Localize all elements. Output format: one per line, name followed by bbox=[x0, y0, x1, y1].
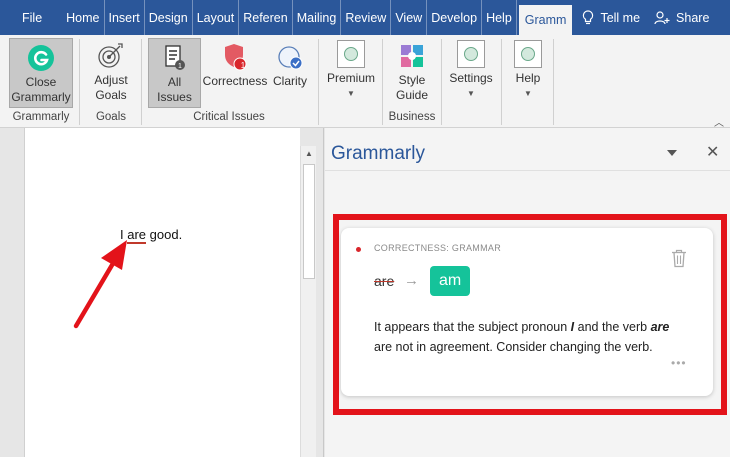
close-icon[interactable]: ✕ bbox=[706, 142, 719, 162]
tab-references[interactable]: Referen bbox=[239, 0, 293, 35]
chevron-down-icon: ▼ bbox=[347, 89, 355, 98]
tab-view[interactable]: View bbox=[391, 0, 428, 35]
all-issues-button[interactable]: 1 All Issues bbox=[148, 38, 201, 108]
explanation-text: are not in agreement. Consider changing … bbox=[374, 339, 653, 354]
help-icon bbox=[514, 40, 542, 68]
original-word: are bbox=[374, 273, 395, 289]
menu-bar: File Home Insert Design Layout Referen M… bbox=[0, 0, 730, 35]
annotation-arrow-icon bbox=[73, 240, 127, 329]
clarity-icon bbox=[278, 46, 303, 70]
grammarly-logo-icon bbox=[28, 45, 54, 71]
close-grammarly-button[interactable]: Close Grammarly bbox=[9, 38, 73, 108]
suggestion-card[interactable]: CORRECTNESS: GRAMMAR are → am It appears… bbox=[341, 228, 713, 396]
style-guide-icon bbox=[401, 45, 423, 67]
tab-insert[interactable]: Insert bbox=[105, 0, 145, 35]
premium-icon bbox=[337, 40, 365, 68]
settings-label: Settings bbox=[449, 71, 493, 85]
correctness-label: Correctness bbox=[202, 74, 268, 88]
chevron-down-icon: ▼ bbox=[467, 89, 475, 98]
tab-mailings[interactable]: Mailing bbox=[293, 0, 342, 35]
tab-review[interactable]: Review bbox=[341, 0, 392, 35]
tab-layout[interactable]: Layout bbox=[193, 0, 240, 35]
lightbulb-icon bbox=[583, 9, 594, 24]
settings-icon bbox=[457, 40, 485, 68]
svg-text:1: 1 bbox=[178, 63, 182, 70]
group-separator bbox=[79, 39, 80, 125]
collapse-ribbon-icon[interactable]: ︿ bbox=[714, 114, 724, 129]
document-area: I are good. ▲ bbox=[0, 128, 324, 457]
tab-developer[interactable]: Develop bbox=[427, 0, 483, 35]
clarity-label: Clarity bbox=[272, 74, 307, 88]
group-separator bbox=[318, 39, 319, 125]
person-share-icon bbox=[654, 10, 670, 24]
target-icon bbox=[98, 43, 123, 68]
list-badge-icon: 1 bbox=[164, 45, 185, 70]
group-label-goals: Goals bbox=[95, 111, 127, 123]
settings-button[interactable]: Settings ▼ bbox=[447, 39, 495, 99]
premium-button[interactable]: Premium ▼ bbox=[325, 39, 377, 99]
trash-icon[interactable] bbox=[671, 249, 687, 268]
tab-grammarly[interactable]: Gramm bbox=[518, 5, 573, 35]
group-separator bbox=[441, 39, 442, 125]
clarity-button[interactable]: Clarity bbox=[270, 42, 310, 89]
suggestion-explanation: It appears that the subject pronoun I an… bbox=[374, 318, 674, 357]
more-options-icon[interactable]: ••• bbox=[671, 356, 687, 370]
severity-dot bbox=[356, 247, 361, 252]
group-label-grammarly: Grammarly bbox=[12, 111, 70, 123]
tell-me-label: Tell me bbox=[600, 10, 641, 25]
tab-design[interactable]: Design bbox=[145, 0, 193, 35]
pane-title: Grammarly bbox=[331, 143, 425, 164]
adjust-goals-button[interactable]: Adjust Goals bbox=[86, 41, 136, 103]
all-issues-label: All Issues bbox=[157, 75, 192, 104]
pane-options-chevron-icon[interactable] bbox=[667, 150, 677, 156]
group-separator bbox=[553, 39, 554, 125]
share-button[interactable]: Share bbox=[650, 10, 713, 26]
style-guide-label: Style Guide bbox=[395, 73, 429, 102]
correctness-button[interactable]: 1 Correctness bbox=[203, 42, 267, 89]
tab-help[interactable]: Help bbox=[482, 0, 517, 35]
help-label: Help bbox=[515, 71, 541, 85]
correctness-badge: 1 bbox=[240, 61, 246, 70]
explanation-emphasis: are bbox=[650, 320, 670, 334]
arrow-right-icon: → bbox=[404, 272, 419, 289]
group-separator bbox=[501, 39, 502, 125]
close-grammarly-label: Close Grammarly bbox=[11, 75, 71, 104]
pane-divider bbox=[325, 170, 730, 171]
group-label-business: Business bbox=[388, 111, 436, 123]
suggestion-category: CORRECTNESS: GRAMMAR bbox=[374, 243, 502, 253]
explanation-text: It appears that the subject pronoun bbox=[374, 320, 571, 334]
group-label-critical-issues: Critical Issues bbox=[193, 111, 265, 123]
grammarly-pane: Grammarly ✕ CORRECTNESS: GRAMMAR are → a… bbox=[325, 128, 730, 457]
style-guide-button[interactable]: Style Guide bbox=[389, 41, 435, 103]
group-separator bbox=[382, 39, 383, 125]
chevron-down-icon: ▼ bbox=[524, 89, 532, 98]
premium-label: Premium bbox=[326, 71, 375, 85]
share-label: Share bbox=[676, 10, 710, 25]
ribbon: Close Grammarly Grammarly Adjust Goals G… bbox=[0, 35, 730, 129]
tab-home[interactable]: Home bbox=[62, 0, 105, 35]
adjust-goals-label: Adjust Goals bbox=[94, 73, 128, 102]
help-button[interactable]: Help ▼ bbox=[509, 39, 547, 99]
explanation-text: and the verb bbox=[574, 320, 651, 334]
tell-me-button[interactable]: Tell me bbox=[578, 9, 644, 26]
tab-file[interactable]: File bbox=[0, 0, 62, 35]
accept-suggestion-button[interactable]: am bbox=[430, 266, 471, 296]
